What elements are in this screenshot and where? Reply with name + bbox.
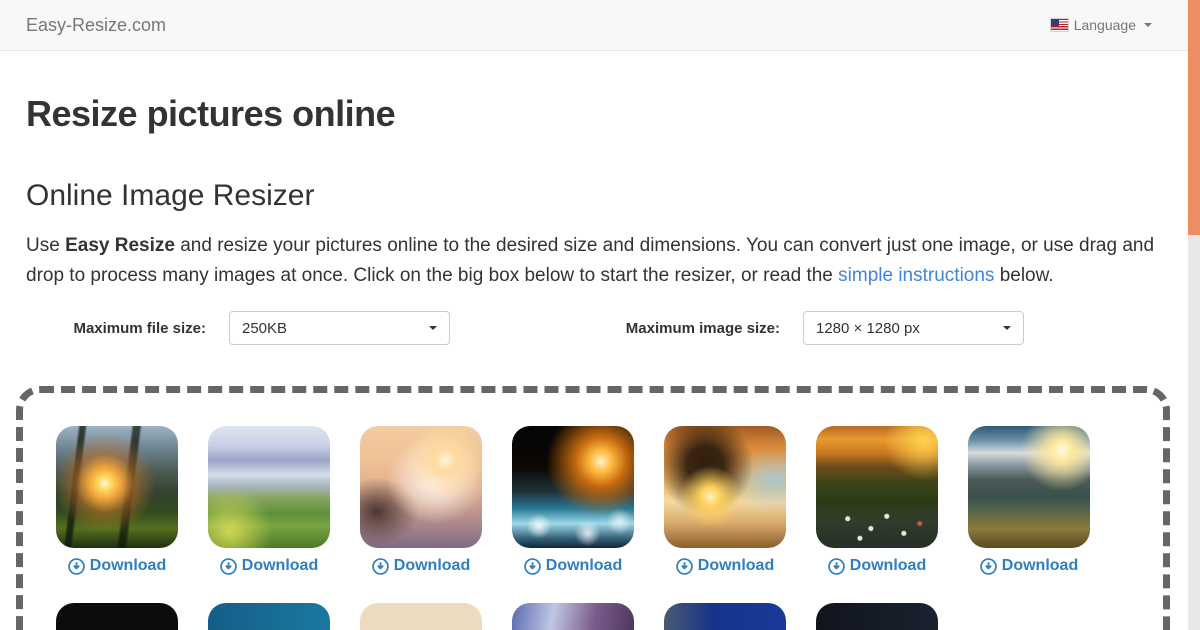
image-cell: Download [664, 426, 786, 575]
thumbnail-dark-navy[interactable] [816, 603, 938, 630]
file-size-group: Maximum file size: 250KB [26, 311, 600, 345]
image-cell: Download [360, 426, 482, 575]
image-size-label: Maximum image size: [600, 320, 780, 337]
image-cell: Download [512, 426, 634, 575]
download-button[interactable]: Download [524, 557, 622, 575]
download-button[interactable]: Download [68, 557, 166, 575]
resize-options: Maximum file size: 250KB Maximum image s… [26, 311, 1174, 345]
thumbnail-row-2 [56, 603, 1163, 630]
download-button[interactable]: Download [220, 557, 318, 575]
file-size-select[interactable]: 250KB [229, 311, 450, 345]
section-title: Online Image Resizer [26, 179, 1174, 213]
download-label: Download [850, 557, 926, 575]
image-cell: Download [208, 426, 330, 575]
download-label: Download [394, 557, 470, 575]
intro-text-1: Use [26, 235, 65, 256]
language-label: Language [1074, 17, 1136, 33]
download-label: Download [1002, 557, 1078, 575]
scrollbar-thumb[interactable] [1188, 0, 1200, 235]
download-button[interactable]: Download [372, 557, 470, 575]
intro-text-3: below. [994, 265, 1053, 286]
download-button[interactable]: Download [828, 557, 926, 575]
image-cell: Download [56, 426, 178, 575]
thumbnail-dark-night[interactable] [56, 603, 178, 630]
caret-down-icon [1144, 23, 1152, 27]
download-icon [980, 558, 997, 575]
file-size-value: 250KB [242, 320, 287, 337]
page-title: Resize pictures online [26, 93, 1174, 135]
download-icon [68, 558, 85, 575]
caret-down-icon [429, 326, 437, 330]
download-icon [220, 558, 237, 575]
download-icon [524, 558, 541, 575]
navbar: Easy-Resize.com Language [0, 0, 1200, 51]
thumbnail-mountain-lake-sunrise[interactable] [968, 426, 1090, 548]
download-icon [676, 558, 693, 575]
download-label: Download [242, 557, 318, 575]
language-dropdown[interactable]: Language [1051, 17, 1152, 33]
caret-down-icon [1003, 326, 1011, 330]
image-cell: Download [968, 426, 1090, 575]
download-label: Download [90, 557, 166, 575]
thumbnail-row: Download Download Download Download [56, 426, 1163, 575]
us-flag-icon [1051, 19, 1068, 31]
thumbnail-mountain-sky[interactable] [512, 603, 634, 630]
download-icon [372, 558, 389, 575]
thumbnail-village-sunset[interactable] [816, 426, 938, 548]
download-button[interactable]: Download [676, 557, 774, 575]
thumbnail-ocean-wave-sunset[interactable] [360, 426, 482, 548]
drop-zone[interactable]: Download Download Download Download [16, 386, 1170, 630]
image-cell: Download [816, 426, 938, 575]
image-size-select[interactable]: 1280 × 1280 px [803, 311, 1024, 345]
thumbnail-green-hills[interactable] [208, 426, 330, 548]
simple-instructions-link[interactable]: simple instructions [838, 265, 994, 286]
thumbnail-palm-beach-sunset[interactable] [664, 426, 786, 548]
main-content: Resize pictures online Online Image Resi… [0, 93, 1200, 345]
image-size-group: Maximum image size: 1280 × 1280 px [600, 311, 1174, 345]
download-icon [828, 558, 845, 575]
download-button[interactable]: Download [980, 557, 1078, 575]
image-size-value: 1280 × 1280 px [816, 320, 920, 337]
intro-paragraph: Use Easy Resize and resize your pictures… [26, 231, 1156, 291]
download-label: Download [546, 557, 622, 575]
file-size-label: Maximum file size: [26, 320, 206, 337]
brand[interactable]: Easy-Resize.com [26, 15, 166, 36]
thumbnail-sand-beige[interactable] [360, 603, 482, 630]
thumbnail-teal-ocean[interactable] [208, 603, 330, 630]
thumbnail-deep-blue-sea[interactable] [664, 603, 786, 630]
thumbnail-earth-from-space[interactable] [512, 426, 634, 548]
intro-bold: Easy Resize [65, 235, 175, 256]
thumbnail-forest-sunrise[interactable] [56, 426, 178, 548]
download-label: Download [698, 557, 774, 575]
page-scrollbar[interactable] [1188, 0, 1200, 630]
